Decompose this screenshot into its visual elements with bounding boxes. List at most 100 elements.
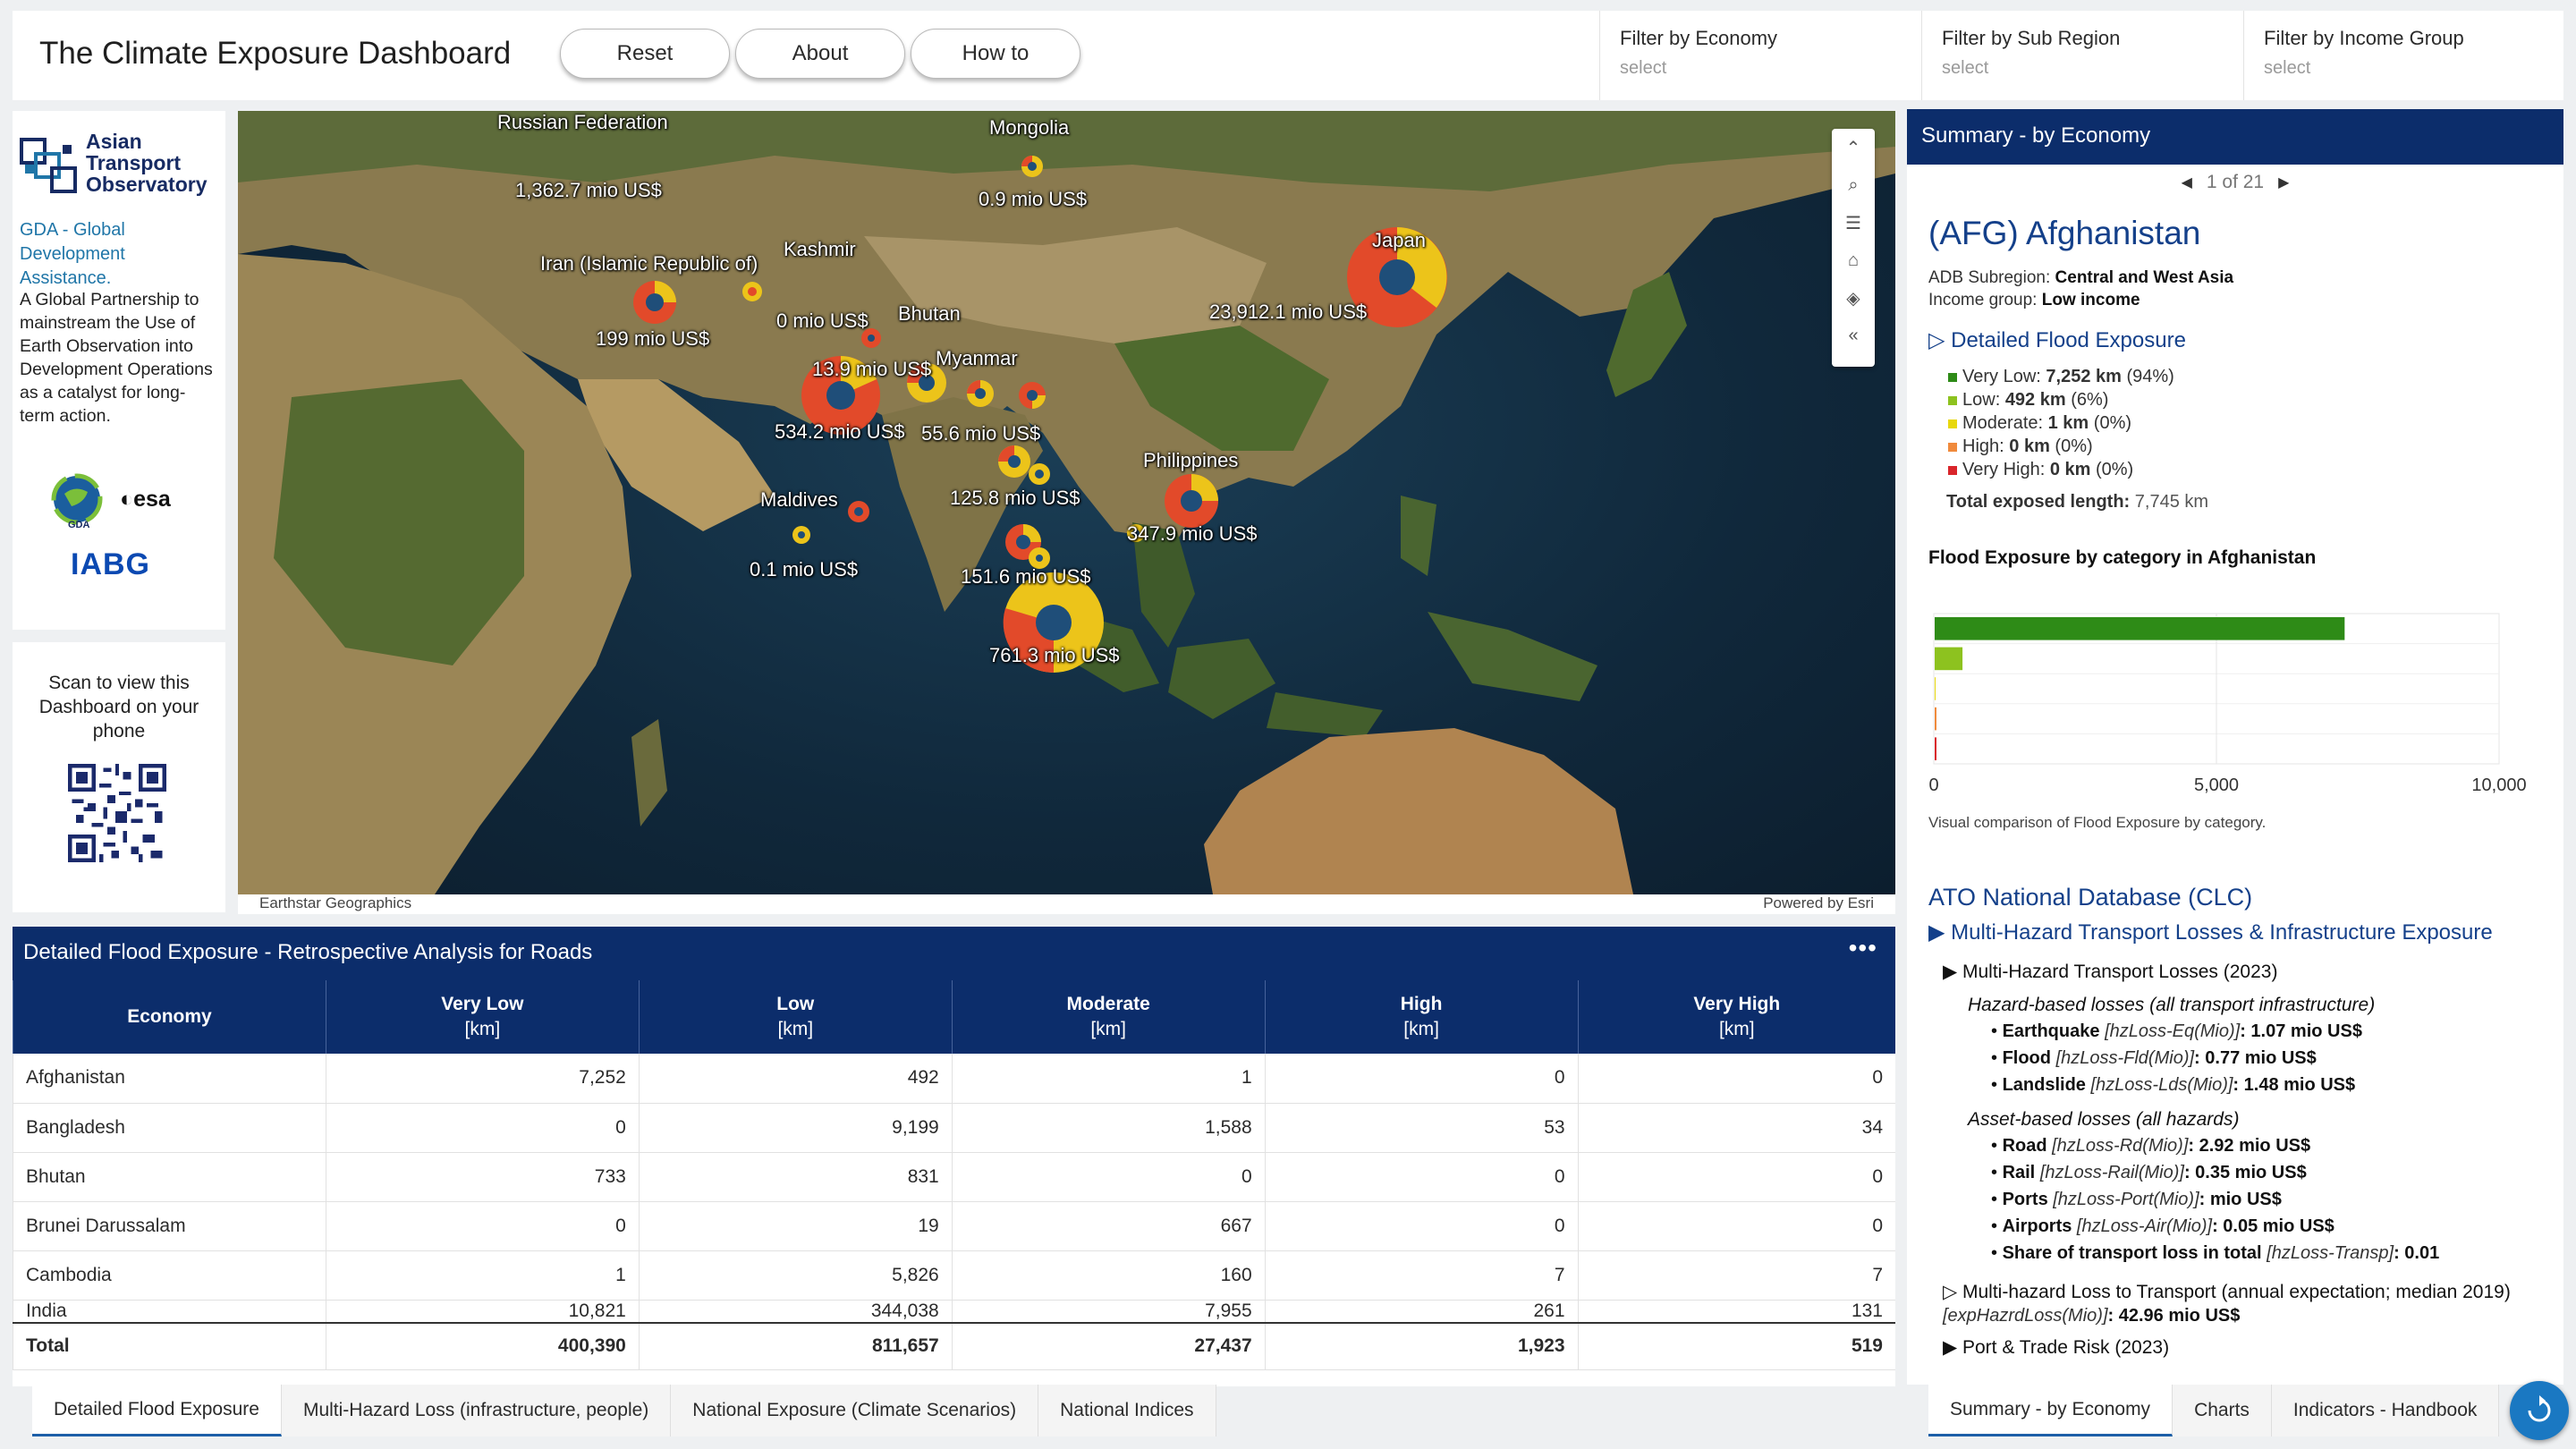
list-item: • Earthquake [hzLoss-Eq(Mio)]: 1.07 mio … — [1991, 1021, 2362, 1041]
tab-multi-hazard-loss[interactable]: Multi-Hazard Loss (infrastructure, peopl… — [281, 1385, 672, 1436]
home-icon[interactable]: ⌂ — [1832, 242, 1875, 279]
col-header-moderate[interactable]: Moderate [km] — [951, 980, 1266, 1054]
mh-transport-toggle[interactable]: ▷ Multi-hazard Loss to Transport (annual… — [1943, 1281, 2511, 1303]
table-header-bar: Detailed Flood Exposure - Retrospective … — [13, 927, 1895, 980]
list-item: High: 0 km (0%) — [1948, 435, 2174, 458]
cell-moderate: 1 — [951, 1054, 1266, 1104]
pie-vietnam — [1029, 463, 1050, 485]
category-list: Very Low: 7,252 km (94%) Low: 492 km (6%… — [1948, 365, 2174, 481]
col-header-economy[interactable]: Economy — [13, 980, 326, 1054]
map-value-151-6: 151.6 mio US$ — [961, 565, 1091, 588]
tab-national-indices[interactable]: National Indices — [1038, 1385, 1216, 1436]
tab-detailed-flood-exposure[interactable]: Detailed Flood Exposure — [32, 1385, 282, 1436]
flood-exposure-bar-chart: 0 5,000 10,000 — [1928, 613, 2527, 795]
pie-maldives — [792, 526, 810, 544]
tab-indicators-handbook[interactable]: Indicators - Handbook — [2271, 1385, 2500, 1436]
x-tick-label: 10,000 — [2471, 775, 2526, 795]
table-header-row: Economy Very Low [km] Low [km] Moderate [km… — [13, 980, 1895, 1054]
tab-national-exposure[interactable]: National Exposure (Climate Scenarios) — [671, 1385, 1039, 1436]
list-item: Moderate: 1 km (0%) — [1948, 411, 2174, 435]
table-row[interactable]: Cambodia 1 5,826 160 7 7 — [13, 1250, 1895, 1301]
col-header-high[interactable]: High [km] — [1264, 980, 1579, 1054]
about-button[interactable]: About — [735, 29, 905, 79]
x-tick-label: 5,000 — [2194, 775, 2239, 795]
legend-list-icon[interactable]: ☰ — [1832, 204, 1875, 242]
tab-summary-by-economy[interactable]: Summary - by Economy — [1928, 1385, 2174, 1436]
table-total-row: Total 400,390 811,657 27,437 1,923 519 — [13, 1322, 1895, 1370]
reset-button[interactable]: Reset — [560, 29, 730, 79]
cell-economy: Bhutan — [13, 1152, 326, 1202]
table-row[interactable]: Bhutan 733 831 0 0 0 — [13, 1152, 1895, 1202]
map-label-iran: Iran (Islamic Republic of) — [540, 252, 758, 275]
pie-mongolia — [1021, 156, 1043, 177]
pie-thailand — [998, 445, 1030, 478]
powered-by-esri[interactable]: Powered by Esri — [1763, 894, 1874, 912]
search-icon[interactable]: ⌕ — [1832, 166, 1875, 204]
filter-economy[interactable]: Filter by Economy select — [1599, 11, 1921, 100]
col-header-very-low[interactable]: Very Low [km] — [325, 980, 640, 1054]
hazard-based-heading: Hazard-based losses (all transport infra… — [1968, 995, 2376, 1015]
col-header-very-high[interactable]: Very High [km] — [1577, 980, 1895, 1054]
cell-high: 261 — [1264, 1300, 1579, 1324]
table-row[interactable]: India 10,821 344,038 7,955 261 131 — [13, 1300, 1895, 1324]
cell-very-high: 0 — [1577, 1054, 1895, 1104]
table-row[interactable]: Bangladesh 0 9,199 1,588 53 34 — [13, 1103, 1895, 1153]
filter-income-value: select — [2264, 58, 2311, 78]
port-trade-toggle[interactable]: ▶ Port & Trade Risk (2023) — [1943, 1336, 2169, 1359]
refresh-icon[interactable] — [2510, 1381, 2569, 1440]
mh-losses-toggle[interactable]: ▶ Multi-Hazard Transport Losses (2023) — [1943, 961, 2277, 983]
collapse-up-icon[interactable]: ⌃ — [1832, 129, 1875, 166]
next-page-icon[interactable]: ▶ — [2278, 174, 2289, 191]
table-row[interactable]: Afghanistan 7,252 492 1 0 0 — [13, 1054, 1895, 1104]
filter-subregion[interactable]: Filter by Sub Region select — [1921, 11, 2243, 100]
total-high: 1,923 — [1264, 1322, 1579, 1370]
pie-laos — [1019, 382, 1046, 409]
map-value-55-6: 55.6 mio US$ — [921, 422, 1041, 445]
total-very-high: 519 — [1577, 1322, 1895, 1370]
map-label-kashmir: Kashmir — [784, 238, 856, 260]
layers-icon[interactable]: ◈ — [1832, 279, 1875, 317]
cell-economy: India — [13, 1300, 326, 1324]
map-view[interactable]: Russian Federation 1,362.7 mio US$ Mongo… — [238, 111, 1895, 894]
income-value: Low income — [2041, 291, 2140, 309]
income-label: Income group: — [1928, 291, 2038, 309]
low-swatch — [1948, 396, 1957, 405]
howto-button[interactable]: How to — [911, 29, 1080, 79]
scan-instruction: Scan to view this Dashboard on your phon… — [38, 673, 199, 741]
prev-page-icon[interactable]: ◀ — [2182, 174, 2192, 191]
total-label: Total — [13, 1322, 326, 1370]
cell-very-low: 0 — [325, 1103, 640, 1153]
detailed-flood-exposure-toggle[interactable]: ▷ Detailed Flood Exposure — [1928, 327, 2186, 353]
map-label-japan: Japan — [1372, 229, 1426, 251]
filter-income[interactable]: Filter by Income Group select — [2243, 11, 2565, 100]
country-title: (AFG) Afghanistan — [1928, 215, 2201, 251]
table-row[interactable]: Brunei Darussalam 0 19 667 0 0 — [13, 1201, 1895, 1251]
map-label-bhutan: Bhutan — [898, 302, 961, 325]
cell-low: 831 — [638, 1152, 953, 1202]
cell-very-high: 7 — [1577, 1250, 1895, 1301]
summary-panel: Summary - by Economy ◀ 1 of 21 ▶ (AFG) A… — [1907, 109, 2563, 1385]
gda-title-link[interactable]: GDA - Global Development Assistance. — [20, 218, 218, 291]
iabg-logo: IABG — [71, 547, 150, 581]
tab-charts[interactable]: Charts — [2173, 1385, 2272, 1436]
cell-high: 0 — [1264, 1054, 1579, 1104]
map-value-mongolia: 0.9 mio US$ — [979, 188, 1088, 210]
more-options-icon[interactable]: ••• — [1849, 934, 1877, 962]
map-value-761-3: 761.3 mio US$ — [989, 644, 1120, 666]
map-value-iran: 199 mio US$ — [596, 327, 710, 350]
total-moderate: 27,437 — [951, 1322, 1266, 1370]
bar-high — [1935, 707, 1936, 731]
very-high-swatch — [1948, 466, 1957, 475]
list-item: • Rail [hzLoss-Rail(Mio)]: 0.35 mio US$ — [1991, 1163, 2307, 1182]
col-header-low[interactable]: Low [km] — [638, 980, 953, 1054]
map-label-maldives: Maldives — [760, 488, 838, 511]
cell-high: 0 — [1264, 1152, 1579, 1202]
map-toolbar: ⌃ ⌕ ☰ ⌂ ◈ « — [1832, 129, 1875, 367]
cell-economy: Brunei Darussalam — [13, 1201, 326, 1251]
moderate-swatch — [1948, 419, 1957, 428]
collapse-left-icon[interactable]: « — [1832, 317, 1875, 354]
list-item: • Airports [hzLoss-Air(Mio)]: 0.05 mio U… — [1991, 1216, 2334, 1236]
mh-transport-value: [expHazrdLoss(Mio)]: 42.96 mio US$ — [1943, 1306, 2241, 1326]
cell-very-low: 733 — [325, 1152, 640, 1202]
multi-hazard-toggle[interactable]: ▶ Multi-Hazard Transport Losses & Infras… — [1928, 919, 2493, 945]
